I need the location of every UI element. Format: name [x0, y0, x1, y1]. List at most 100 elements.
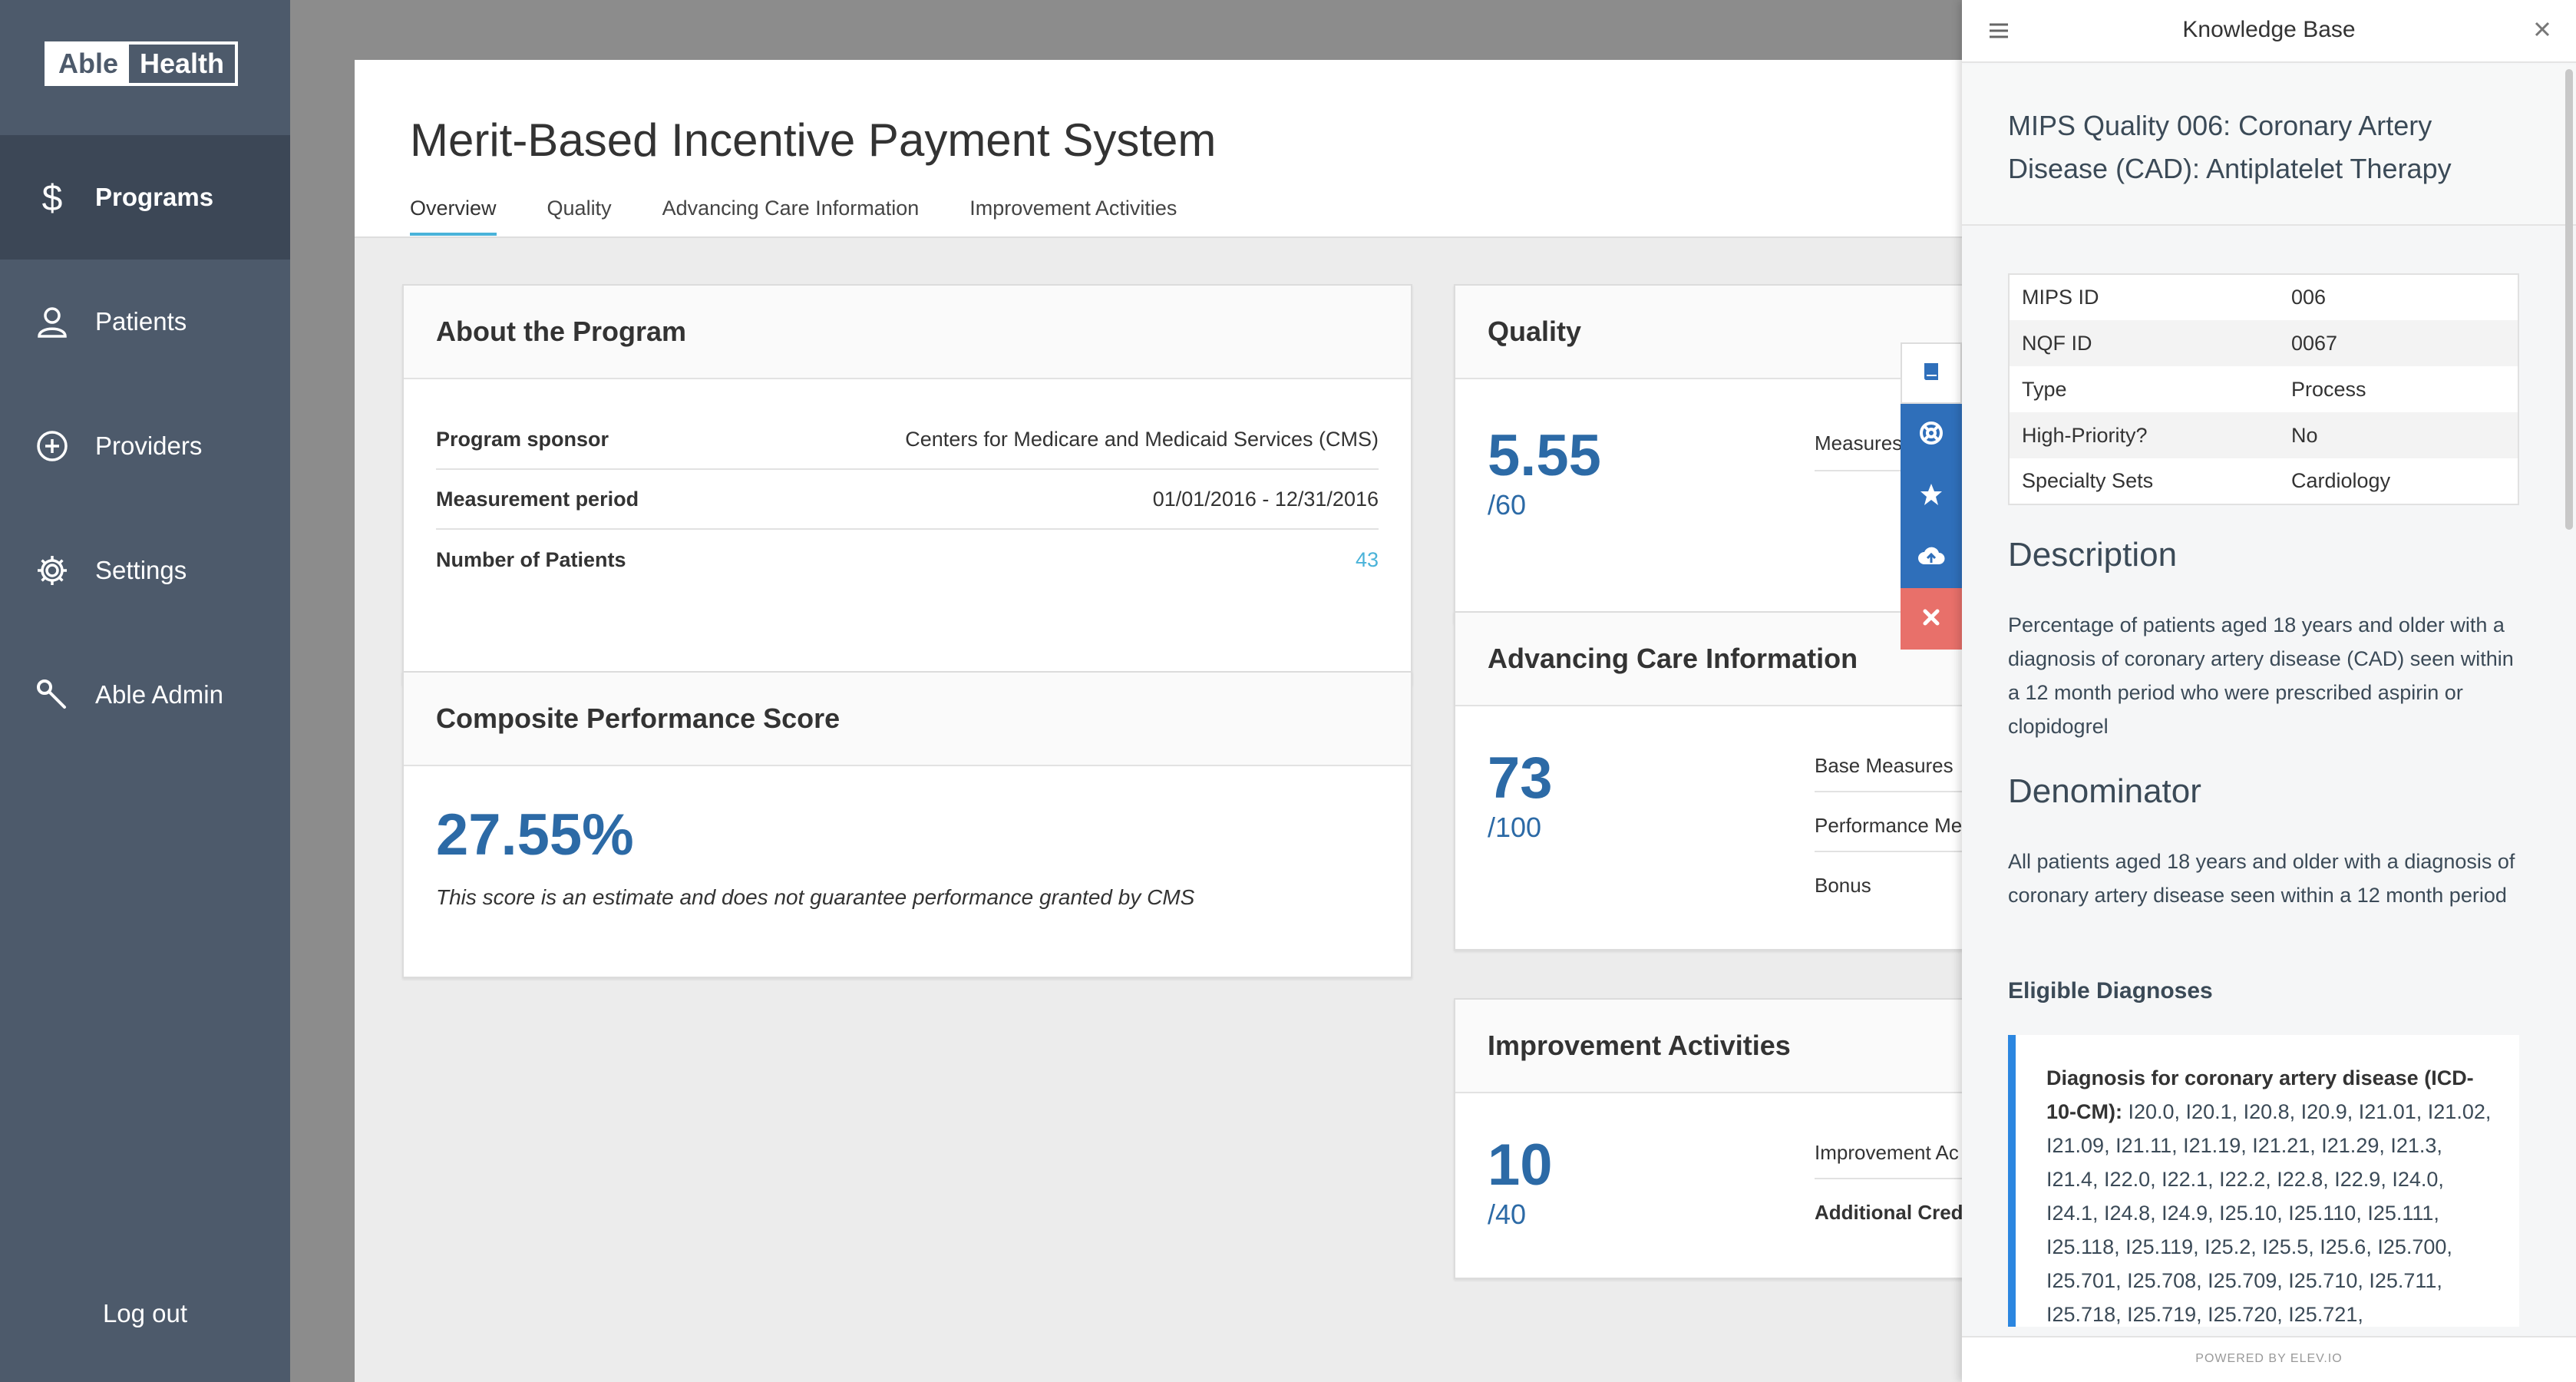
- tab-overview[interactable]: Overview: [410, 197, 497, 236]
- table-key: MIPS ID: [2022, 286, 2099, 309]
- additional-credit-label: Additional Credi: [1815, 1201, 1969, 1224]
- tab-bar: Overview Quality Advancing Care Informat…: [410, 197, 1227, 236]
- logo-able: Able: [48, 45, 130, 83]
- description-heading: Description: [2008, 536, 2178, 574]
- table-row: NQF ID 0067: [2009, 320, 2518, 366]
- sidebar-item-settings[interactable]: Settings: [0, 508, 290, 633]
- base-measures-label: Base Measures: [1815, 754, 1953, 777]
- logout-link[interactable]: Log out: [0, 1299, 290, 1328]
- quality-denominator: /60: [1488, 489, 1527, 521]
- toolbar-upload-button[interactable]: [1901, 527, 1962, 588]
- book-icon: [1920, 360, 1943, 387]
- patient-count-link[interactable]: 43: [1356, 548, 1379, 572]
- table-value: Process: [2291, 377, 2366, 401]
- card-title: Advancing Care Information: [1488, 643, 1858, 674]
- description-text: Percentage of patients aged 18 years and…: [2008, 613, 2514, 738]
- table-row: MIPS ID 006: [2009, 274, 2518, 320]
- kb-title: Knowledge Base: [2182, 17, 2356, 42]
- improvement-activities-label: Improvement Ac: [1815, 1141, 1959, 1164]
- table-row: High-Priority? No: [2009, 412, 2518, 458]
- knowledge-base-panel: Knowledge Base MIPS Quality 006: Coronar…: [1962, 0, 2576, 1382]
- denominator-heading: Denominator: [2008, 772, 2201, 810]
- close-icon: [1921, 607, 1941, 631]
- sidebar-item-label: Able Admin: [95, 680, 223, 709]
- sidebar-item-able-admin[interactable]: Able Admin: [0, 633, 290, 757]
- composite-score-card: Composite Performance Score 27.55% This …: [402, 671, 1412, 978]
- wrench-icon: [28, 678, 77, 712]
- info-label: Program sponsor: [436, 427, 609, 451]
- table-value: 0067: [2291, 320, 2518, 366]
- bonus-label: Bonus: [1815, 874, 1871, 897]
- table-key: Specialty Sets: [2022, 469, 2154, 492]
- close-icon[interactable]: [2531, 18, 2553, 44]
- eligible-diagnoses-callout: Diagnosis for coronary artery disease (I…: [2008, 1035, 2519, 1327]
- aci-denominator: /100: [1488, 812, 1542, 843]
- svg-text:$: $: [42, 178, 63, 217]
- kb-header: Knowledge Base: [1962, 0, 2576, 63]
- card-title: About the Program: [436, 316, 687, 347]
- kb-measure-table: MIPS ID 006 NQF ID 0067 Type Process High-P…: [2008, 273, 2519, 505]
- table-key: Type: [2022, 377, 2067, 401]
- sidebar-item-programs[interactable]: $ Programs: [0, 135, 290, 260]
- tab-improvement-activities[interactable]: Improvement Activities: [969, 197, 1177, 236]
- user-icon: [28, 305, 77, 339]
- info-label: Number of Patients: [436, 547, 626, 571]
- sidebar-item-label: Settings: [95, 556, 187, 584]
- table-row: Specialty Sets Cardiology: [2009, 458, 2518, 504]
- kb-article-header: MIPS Quality 006: Coronary Artery Diseas…: [1962, 64, 2576, 226]
- improvement-activities-card: Improvement Activities 10 /40 Improvemen…: [1454, 998, 1991, 1279]
- toolbar-help-button[interactable]: [1901, 404, 1962, 465]
- kb-footer[interactable]: POWERED BY ELEV.IO: [1962, 1336, 2576, 1382]
- sidebar-item-label: Providers: [95, 431, 203, 460]
- able-health-logo[interactable]: Able Health: [45, 41, 239, 86]
- info-value: Centers for Medicare and Medicaid Servic…: [905, 427, 1379, 451]
- kb-scrollbar[interactable]: [2565, 69, 2573, 530]
- callout-codes: I20.0, I20.1, I20.8, I20.9, I21.01, I21.…: [2046, 1100, 2492, 1326]
- logo-health: Health: [140, 48, 225, 79]
- card-title: Improvement Activities: [1488, 1030, 1791, 1061]
- kb-article-title: MIPS Quality 006: Coronary Artery Diseas…: [2008, 110, 2452, 184]
- cloud-upload-icon: [1917, 544, 1945, 571]
- card-title: Quality: [1488, 316, 1582, 347]
- aci-score: 73: [1488, 746, 1553, 811]
- plus-circle-icon: [28, 429, 77, 463]
- dollar-icon: $: [28, 178, 77, 217]
- measures-label: Measures: [1815, 431, 1903, 455]
- gear-icon: [28, 554, 77, 587]
- ia-denominator: /40: [1488, 1199, 1527, 1230]
- sidebar-item-patients[interactable]: Patients: [0, 260, 290, 384]
- toolbar-book-button[interactable]: [1901, 342, 1962, 404]
- sidebar-item-label: Programs: [95, 183, 214, 211]
- table-key: NQF ID: [2009, 320, 2291, 366]
- table-value: Cardiology: [2291, 469, 2391, 492]
- lifebuoy-icon: [1918, 420, 1944, 450]
- info-row: Program sponsor Centers for Medicare and…: [436, 410, 1379, 470]
- score-disclaimer: This score is an estimate and does not g…: [436, 885, 1195, 909]
- page-header: Merit-Based Incentive Payment System Ove…: [355, 60, 1962, 238]
- table-row: Type Process: [2009, 366, 2518, 412]
- tab-quality[interactable]: Quality: [547, 197, 612, 236]
- table-key: High-Priority?: [2009, 412, 2291, 458]
- performance-measures-label: Performance Me: [1815, 814, 1963, 837]
- toolbar-close-button[interactable]: [1901, 588, 1962, 650]
- card-title: Composite Performance Score: [436, 703, 841, 734]
- info-value: 01/01/2016 - 12/31/2016: [1152, 487, 1379, 511]
- about-program-card: About the Program Program sponsor Center…: [402, 284, 1412, 685]
- sidebar-item-providers[interactable]: Providers: [0, 384, 290, 508]
- main-content: Merit-Based Incentive Payment System Ove…: [355, 60, 1991, 1382]
- composite-score: 27.55%: [436, 802, 634, 868]
- sidebar: Able Health $ Programs Patients Provider…: [0, 0, 290, 1382]
- star-icon: [1919, 482, 1944, 511]
- table-value: No: [2291, 412, 2518, 458]
- ia-score: 10: [1488, 1132, 1553, 1198]
- sidebar-item-label: Patients: [95, 307, 187, 336]
- page-title: Merit-Based Incentive Payment System: [410, 114, 1217, 166]
- info-row: Number of Patients 43: [436, 530, 1379, 590]
- info-label: Measurement period: [436, 487, 639, 511]
- info-row: Measurement period 01/01/2016 - 12/31/20…: [436, 470, 1379, 530]
- table-value: 006: [2291, 286, 2327, 309]
- toolbar-favorite-button[interactable]: [1901, 465, 1962, 527]
- quality-score: 5.55: [1488, 423, 1601, 488]
- aci-card: Advancing Care Information 73 /100 Base …: [1454, 611, 1991, 951]
- tab-advancing-care-information[interactable]: Advancing Care Information: [662, 197, 920, 236]
